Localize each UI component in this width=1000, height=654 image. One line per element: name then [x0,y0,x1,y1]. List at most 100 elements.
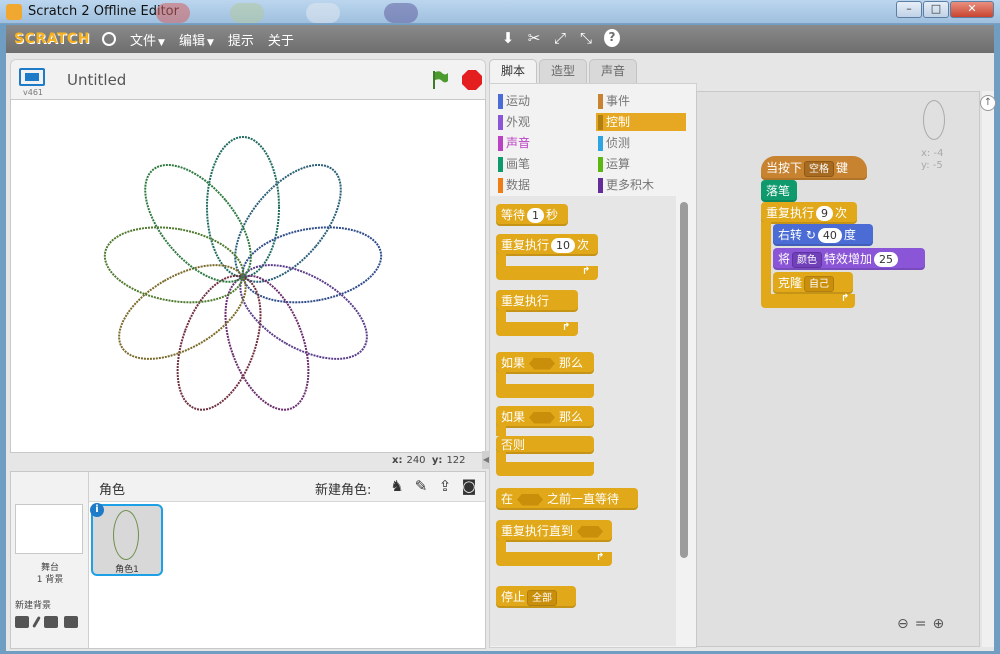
duplicate-stamp-icon[interactable]: ⬇ [500,29,516,47]
menu-edit[interactable]: 编辑 ▼ [179,30,214,49]
category-events[interactable]: 事件 [596,92,630,110]
stage-column: 舞台 1 背景 新建背景 [11,472,89,648]
editor-tabs: 脚本 造型 声音 [489,59,639,83]
block-stop[interactable]: 停止 全部 [496,586,576,608]
block-if-else-bottom [496,462,594,476]
camera-backdrop-icon[interactable] [64,616,78,628]
new-sprite-label: 新建角色: [315,483,372,498]
menu-tips[interactable]: 提示 [228,30,254,49]
info-icon[interactable]: i [90,503,104,517]
help-icon[interactable]: ? [604,29,620,47]
collapse-stage-icon[interactable]: ◀ [482,451,490,469]
loop-arrow-icon: ↱ [841,293,850,304]
menu-tips-label: 提示 [227,33,254,49]
x-coord-value: 240 [406,455,426,466]
shrink-icon[interactable]: ⤡ [578,29,594,47]
backdrop-library-icon[interactable] [15,616,29,628]
paint-sprite-icon[interactable]: ✎ [412,477,430,495]
block-wait[interactable]: 等待 1 秒 [496,204,568,226]
zoom-reset-icon[interactable]: = [915,616,927,632]
category-motion[interactable]: 运动 [496,92,530,110]
stop-icon[interactable] [462,70,482,90]
edit-tools: ⬇ ✂ ⤢ ⤡ ? [500,29,620,47]
language-globe-icon[interactable] [102,32,116,46]
stage-canvas[interactable] [10,99,486,453]
sprite-costume-preview [113,510,139,560]
window-titlebar: Scratch 2 Offline Editor – □ ✕ [0,0,1000,24]
menu-about[interactable]: 关于 [268,30,294,49]
grow-icon[interactable]: ⤢ [552,29,568,47]
menu-bar: SCRATCH 文件 ▼ 编辑 ▼ 提示 关于 ⬇ ✂ ⤢ ⤡ ? [6,25,994,53]
maximize-button[interactable]: □ [923,1,949,18]
block-when-key-pressed[interactable]: 当按下 空格键 [761,156,867,180]
category-sound[interactable]: 声音 [496,134,530,152]
category-pen[interactable]: 画笔 [496,155,530,173]
y-coord-label: y: [431,455,443,466]
block-turn-right[interactable]: 右转 ↻ 40 度 [773,224,873,246]
sprite-thumbnail[interactable]: i 角色1 [90,503,163,576]
block-if-bottom [496,384,594,398]
tab-scripts[interactable]: 脚本 [489,59,537,83]
menu-file-label: 文件 [130,33,157,49]
category-operators[interactable]: 运算 [596,155,630,173]
sprite-pane: 舞台 1 背景 新建背景 角色 新建角色: ♞ ✎ ⇪ ◙ i 角色1 [10,471,486,649]
presentation-mode-icon[interactable] [19,68,45,86]
sprite-direction-preview [923,100,945,140]
x-coord-label: x: [392,455,403,466]
block-create-clone[interactable]: 克隆 自己 [773,272,853,294]
scripts-area[interactable]: x: -4 y: -5 当按下 空格键 落笔 重复执行 9 次 右转 ↻ 40 度 将颜色… [696,91,980,647]
scripts-scrollbar[interactable] [982,91,994,647]
category-control[interactable]: 控制 [596,113,686,131]
background-decoration [156,3,190,23]
sprites-title: 角色 [99,483,126,498]
scroll-up-icon[interactable]: ↑ [980,95,996,111]
stage-thumbnail[interactable] [15,504,83,554]
palette-scrollbar[interactable] [680,202,688,558]
pen-drawing [103,136,383,411]
minimize-button[interactable]: – [896,1,922,18]
category-more-blocks[interactable]: 更多积木 [596,176,654,194]
new-backdrop-tools [15,616,78,628]
project-title[interactable]: Untitled [67,71,126,89]
category-data[interactable]: 数据 [496,176,530,194]
menu-about-label: 关于 [267,33,294,49]
editor-main: v461 Untitled x: 240 y: 122 舞台 1 背景 新建背景… [6,53,996,651]
sprite-y: y: -5 [921,160,943,171]
block-repeat[interactable]: 重复执行 10 次 [496,234,598,256]
script-repeat-mouth [761,222,771,302]
block-if-then-else[interactable]: 如果 那么 [496,406,594,428]
sprite-library-icon[interactable]: ♞ [388,477,406,495]
block-repeat-until[interactable]: 重复执行直到 [496,520,612,542]
green-flag-icon[interactable] [431,70,449,90]
block-else: 否则 [496,436,594,454]
category-sensing[interactable]: 侦测 [596,134,630,152]
block-wait-until[interactable]: 在之前一直等待 [496,488,638,510]
upload-sprite-icon[interactable]: ⇪ [436,477,454,495]
block-if-then[interactable]: 如果 那么 [496,352,594,374]
y-coord-value: 122 [446,455,466,466]
upload-backdrop-icon[interactable] [44,616,58,628]
block-repeat-script[interactable]: 重复执行 9 次 [761,202,857,224]
paint-backdrop-icon[interactable] [32,616,41,628]
zoom-in-icon[interactable]: ⊕ [932,616,944,632]
sprite-name: 角色1 [115,565,139,575]
block-change-effect[interactable]: 将颜色 特效增加 25 [773,248,925,270]
scratch-logo[interactable]: SCRATCH [14,31,89,47]
background-decoration [230,3,264,23]
camera-sprite-icon[interactable]: ◙ [460,477,478,495]
menu-file[interactable]: 文件 ▼ [130,30,165,49]
category-looks[interactable]: 外观 [496,113,530,131]
close-button[interactable]: ✕ [950,1,994,18]
delete-scissors-icon[interactable]: ✂ [526,29,542,47]
block-pen-down[interactable]: 落笔 [761,180,797,202]
version-label: v461 [23,88,44,97]
background-decoration [384,3,418,23]
loop-arrow-icon: ↱ [596,552,605,563]
tab-sounds[interactable]: 声音 [589,59,637,83]
menu-edit-label: 编辑 [178,33,205,49]
backdrop-count: 1 背景 [36,575,64,585]
tab-costumes[interactable]: 造型 [539,59,587,83]
app-icon [6,4,22,20]
block-forever[interactable]: 重复执行 [496,290,578,312]
zoom-out-icon[interactable]: ⊖ [897,616,909,632]
